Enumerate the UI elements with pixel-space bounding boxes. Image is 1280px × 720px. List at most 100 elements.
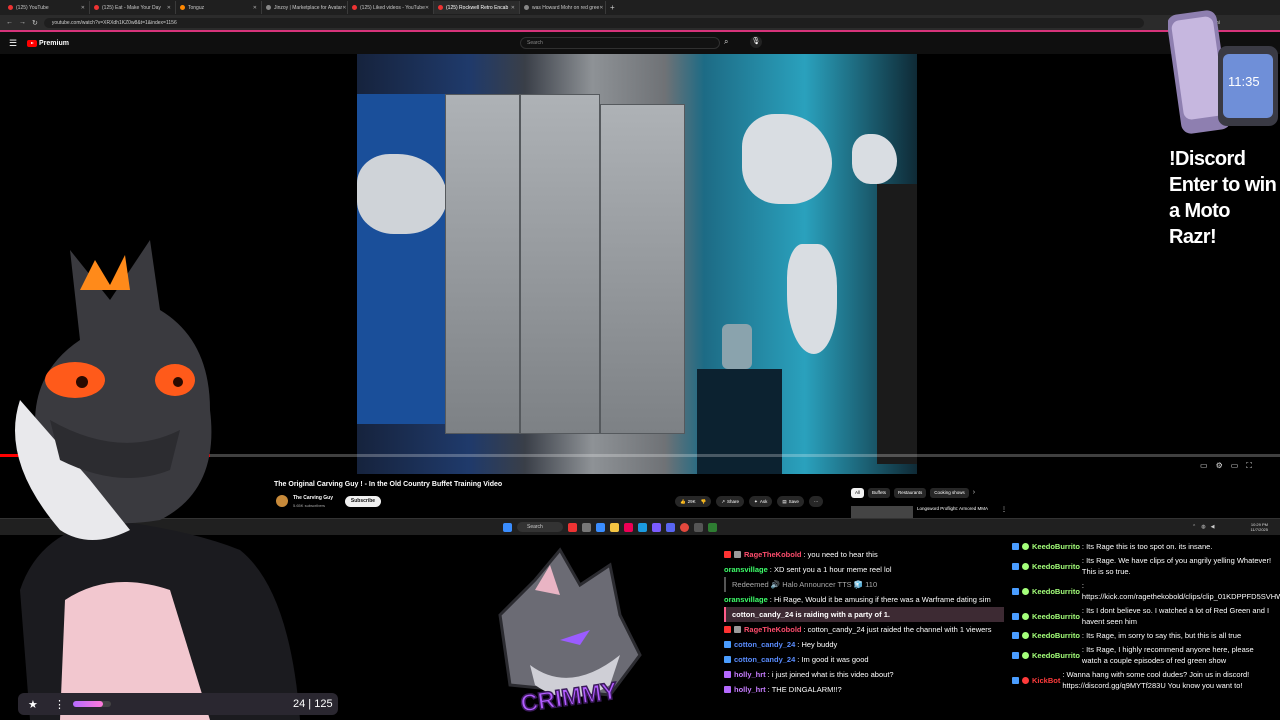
discord-icon[interactable] [652, 522, 661, 532]
recommended-thumbnail[interactable] [851, 506, 913, 518]
browser-tab[interactable]: (125) Liked videos - YouTube ✕ [348, 1, 434, 14]
chat-username[interactable]: KeedoBurrito [1032, 611, 1080, 622]
file-explorer-icon[interactable] [610, 522, 619, 532]
video-scene-map-sa [787, 244, 837, 354]
screen: (125) YouTube ✕ (125) Eat - Make Your Day ✕… [0, 0, 1280, 720]
more-vert-icon[interactable]: ⋮ [1001, 506, 1007, 513]
taskbar-search[interactable]: Search [517, 522, 563, 532]
fullscreen-icon[interactable]: ⛶ [1246, 461, 1252, 471]
generic-icon [524, 5, 529, 10]
filter-chip[interactable]: All [851, 488, 865, 498]
browser-tab[interactable]: (125) YouTube ✕ [4, 1, 90, 14]
chat-message: cotton_candy_24: Im good it was good [724, 652, 1004, 667]
star-icon[interactable]: ★ [28, 698, 42, 711]
reload-icon[interactable]: ↻ [32, 19, 38, 27]
chat-message: KeedoBurrito: Its Rage, im sorry to say … [1012, 630, 1274, 641]
chat-username[interactable]: KeedoBurrito [1032, 586, 1080, 597]
more-actions-button[interactable]: ⋯ [808, 496, 824, 507]
chat-username[interactable]: KeedoBurrito [1032, 650, 1080, 661]
back-icon[interactable]: ← [6, 19, 13, 26]
chat-panel-left: RageTheKobold: you need to hear this oran… [724, 547, 1004, 697]
tray-overflow-icon[interactable]: ⌃ [1192, 524, 1196, 530]
chat-text: : Its Rage, I highly recommend anyone he… [1081, 645, 1254, 665]
tab-label: Jinzoy | Marketplace for Avatar [274, 4, 343, 11]
share-button[interactable]: ↗ Share [716, 496, 745, 507]
subscribe-button[interactable]: Subscribe [345, 496, 381, 507]
chat-text: : Its Rage, im sorry to say this, but th… [1081, 631, 1242, 640]
settings-gear-icon[interactable]: ⚙ [1216, 461, 1223, 471]
close-tab-icon[interactable]: ✕ [81, 5, 85, 11]
clock-date: 11/7/2025 [1250, 527, 1269, 532]
ask-button[interactable]: ✦ Ask [749, 496, 773, 507]
video-actions: 👍 29K 👎 ↗ Share ✦ Ask ▤ Save ⋯ [675, 496, 824, 507]
taskbar-clock[interactable]: 10:29 PM 11/7/2025 [1251, 522, 1269, 532]
subtitles-icon[interactable]: ▭ [1200, 461, 1208, 471]
chat-username[interactable]: holly_hrt [734, 667, 766, 682]
taskbar-app-icon[interactable] [596, 522, 605, 532]
save-button[interactable]: ▤ Save [777, 496, 804, 507]
filter-chip[interactable]: Restaurants [893, 488, 927, 498]
browser-tab[interactable]: Tonguz ✕ [176, 1, 262, 14]
chat-username[interactable]: KeedoBurrito [1032, 541, 1080, 552]
share-label: Share [727, 499, 740, 504]
chat-username[interactable]: cotton_candy_24 [734, 637, 795, 652]
search-input[interactable]: Search [520, 37, 720, 49]
chat-username[interactable]: KeedoBurrito [1032, 630, 1080, 641]
taskbar-app-icon[interactable] [624, 522, 633, 532]
microphone-icon[interactable]: 🎙 [750, 36, 762, 48]
chat-message: KeedoBurrito: Its I dont believe so. I w… [1012, 605, 1274, 627]
tab-label: was Howard Mohr on red gree [532, 4, 600, 11]
taskbar-app-icon[interactable] [666, 522, 675, 532]
task-view-icon[interactable] [582, 522, 591, 532]
chat-username[interactable]: RageTheKobold [744, 622, 802, 637]
filter-chip[interactable]: Buffets [868, 488, 890, 498]
steam-icon[interactable] [638, 522, 647, 532]
chat-username[interactable]: cotton_candy_24 [734, 652, 795, 667]
youtube-icon [438, 5, 443, 10]
player-controls: ▭ ⚙ ▭ ⛶ [1200, 461, 1252, 471]
chat-username[interactable]: holly_hrt [734, 682, 766, 697]
forward-icon[interactable]: → [19, 19, 26, 26]
video-player[interactable] [357, 54, 917, 474]
chevron-right-icon[interactable]: › [973, 488, 975, 498]
taskbar-app-icon[interactable] [708, 522, 717, 532]
search-icon[interactable]: ⌕ [724, 37, 728, 47]
close-tab-icon[interactable]: ✕ [342, 5, 346, 11]
network-icon[interactable]: ◍ [1201, 524, 1205, 530]
close-tab-icon[interactable]: ✕ [167, 5, 171, 11]
like-count: 29K [687, 499, 696, 504]
new-tab-button[interactable]: + [610, 3, 615, 12]
recommended-title[interactable]: Longsword Proflight: Armored MMA [917, 506, 997, 511]
taskbar-app-icon[interactable] [694, 522, 703, 532]
close-tab-icon[interactable]: ✕ [599, 5, 603, 11]
like-button[interactable]: 👍 29K 👎 [675, 496, 712, 507]
video-scene-panel [600, 104, 685, 434]
browser-tab[interactable]: (125) Eat - Make Your Day ✕ [90, 1, 176, 14]
hamburger-menu-icon[interactable]: ☰ [9, 38, 19, 49]
browser-tab[interactable]: was Howard Mohr on red gree ✕ [520, 1, 606, 14]
chat-username[interactable]: oransvillage [724, 562, 768, 577]
theater-mode-icon[interactable]: ▭ [1231, 461, 1239, 471]
url-input[interactable]: youtube.com/watch?v=XRXdh1KZ0w8&t=1&inde… [43, 17, 1144, 28]
close-tab-icon[interactable]: ✕ [253, 5, 257, 11]
thumbs-down-icon[interactable]: 👎 [701, 496, 707, 507]
recommended-video[interactable]: Longsword Proflight: Armored MMA ⋮ [851, 506, 1007, 518]
close-tab-icon[interactable]: ✕ [511, 5, 515, 11]
tab-label: Tonguz [188, 4, 205, 11]
more-vert-icon[interactable]: ⋮ [54, 698, 65, 711]
browser-tab[interactable]: Jinzoy | Marketplace for Avatar ✕ [262, 1, 348, 14]
chat-badge-icon [1022, 676, 1029, 684]
filter-chip[interactable]: Cooking shows [930, 488, 969, 498]
windows-start-icon[interactable] [503, 522, 512, 532]
chat-username[interactable]: oransvillage [724, 592, 768, 607]
youtube-logo[interactable]: Premium [27, 39, 69, 47]
chrome-icon[interactable] [680, 522, 689, 532]
volume-icon[interactable]: ◀ [1211, 524, 1215, 530]
chat-username[interactable]: RageTheKobold [744, 547, 802, 562]
browser-tab[interactable]: (125) Rockwell Retro Encab ✕ [434, 1, 520, 14]
chat-badge-icon [1022, 612, 1029, 620]
close-tab-icon[interactable]: ✕ [425, 5, 429, 11]
chat-username[interactable]: KickBot [1032, 675, 1060, 686]
taskbar-app-icon[interactable] [568, 522, 577, 532]
chat-username[interactable]: KeedoBurrito [1032, 561, 1080, 572]
